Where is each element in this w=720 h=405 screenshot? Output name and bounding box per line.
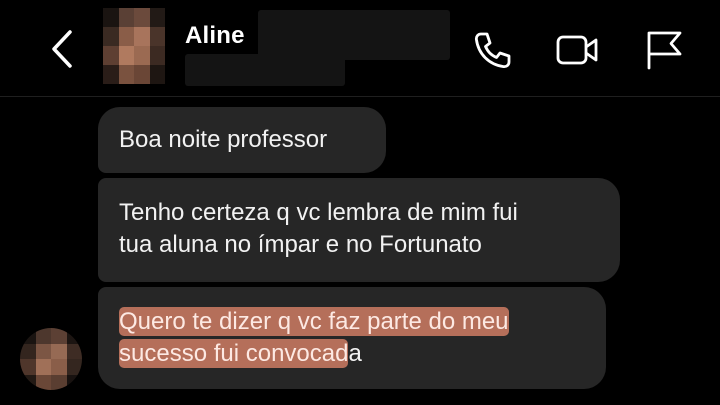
call-button[interactable] <box>470 28 514 72</box>
highlighted-text: sucesso fui convocad <box>119 339 349 368</box>
video-camera-icon <box>556 35 598 65</box>
contact-avatar[interactable] <box>103 8 165 84</box>
message-text: tua aluna no ímpar e no Fortunato <box>119 231 482 258</box>
report-button[interactable] <box>642 28 686 72</box>
message-line: Quero te dizer q vc faz parte do meu <box>119 306 585 338</box>
back-button[interactable] <box>46 28 78 70</box>
sender-avatar[interactable] <box>20 328 82 390</box>
contact-name[interactable]: Aline <box>185 22 245 50</box>
chevron-left-icon <box>52 30 72 68</box>
video-call-button[interactable] <box>555 28 599 72</box>
message-text: Tenho certeza q vc lembra de mim fui <box>119 199 518 226</box>
message-bubble[interactable]: Boa noite professor <box>98 107 386 173</box>
redacted-username <box>258 10 450 60</box>
highlighted-text: Quero te dizer q vc faz parte do meu <box>119 307 509 336</box>
flag-icon <box>647 31 682 70</box>
message-line: sucesso fui convocada <box>119 338 585 370</box>
message-text: a <box>348 340 362 367</box>
chat-header: Aline <box>0 0 720 97</box>
message-text: Boa noite professor <box>119 126 328 153</box>
message-bubble[interactable]: Quero te dizer q vc faz parte do meu suc… <box>98 287 606 389</box>
redacted-status <box>185 54 345 86</box>
phone-icon <box>474 32 511 69</box>
message-bubble[interactable]: Tenho certeza q vc lembra de mim fui tua… <box>98 178 620 282</box>
